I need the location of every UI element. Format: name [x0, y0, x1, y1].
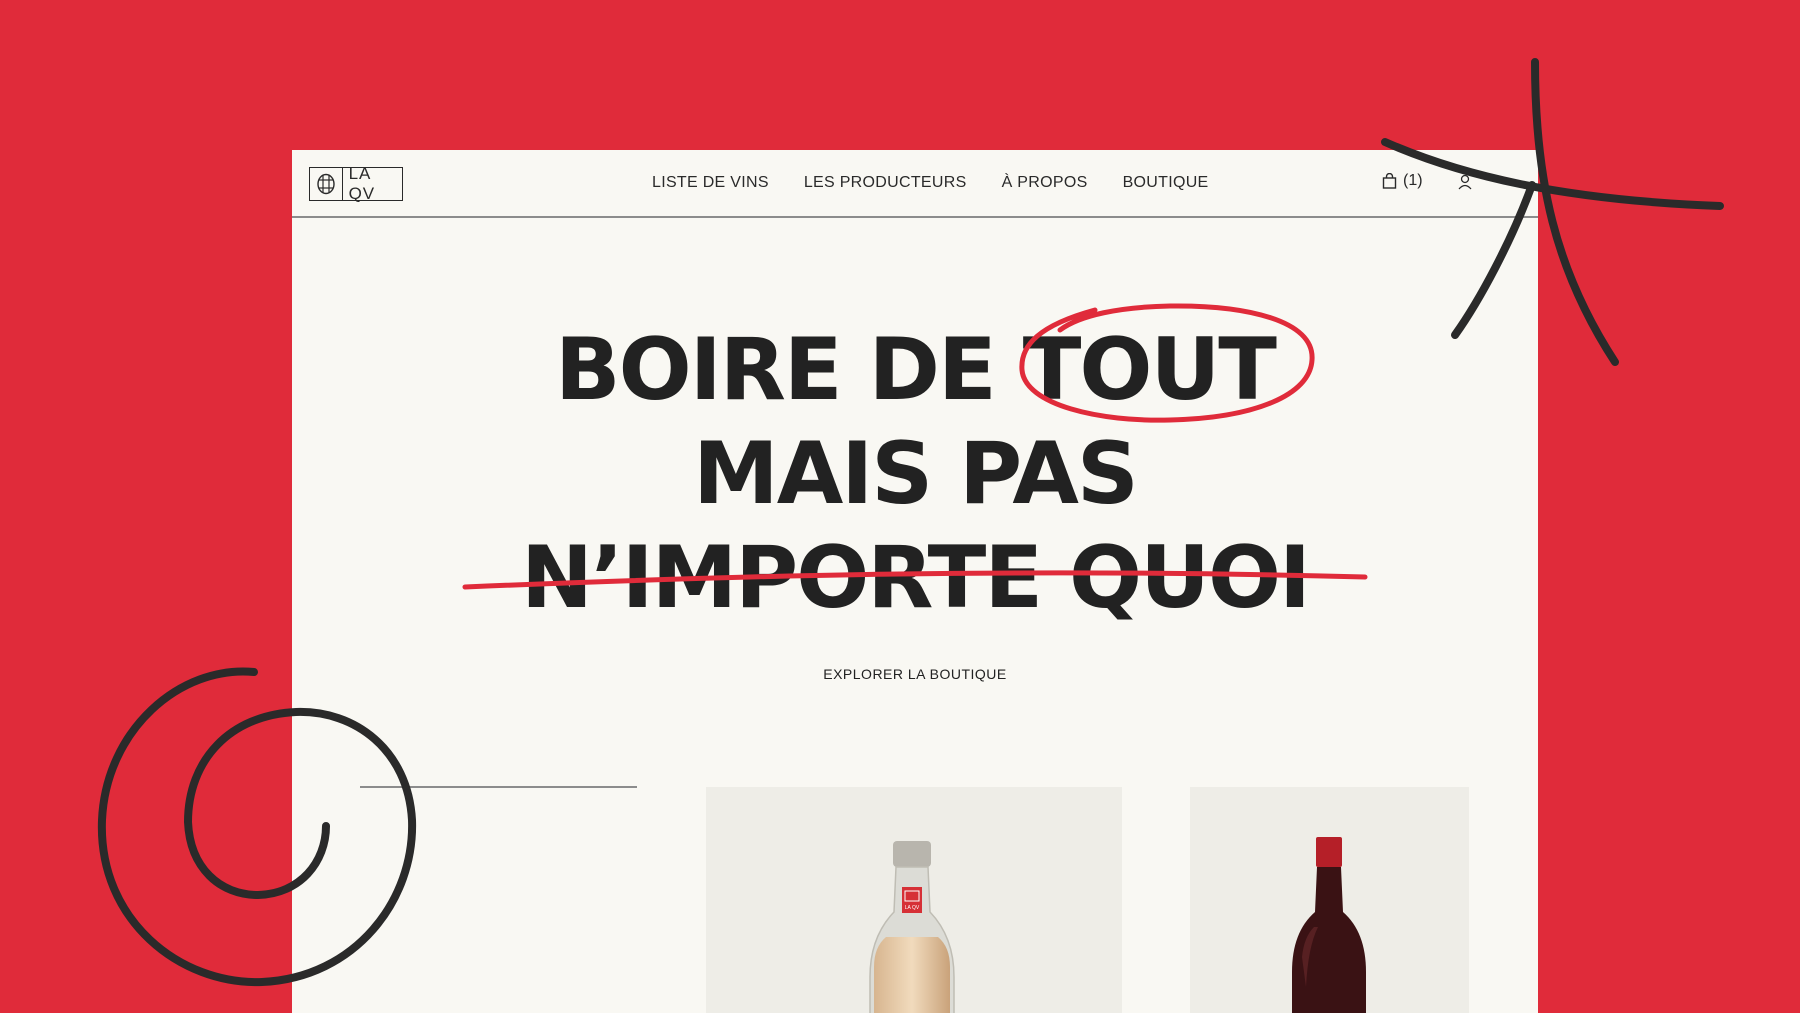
headline-line-1: BOIRE DE TOUT: [292, 318, 1538, 422]
product-card-red-wine[interactable]: [1190, 787, 1469, 1013]
user-icon: [1458, 174, 1472, 190]
cart-button[interactable]: (1): [1382, 172, 1423, 190]
nav-les-producteurs[interactable]: LES PRODUCTEURS: [804, 174, 967, 192]
explore-shop-link[interactable]: EXPLORER LA BOUTIQUE: [292, 666, 1538, 682]
divider: [360, 786, 637, 788]
hero-headline: BOIRE DE TOUT MAIS PAS N’IMPORTE QUOI: [292, 318, 1538, 630]
headline-boire-de: BOIRE DE: [555, 320, 997, 420]
headline-tout: TOUT: [1022, 320, 1277, 420]
svg-text:LA QV: LA QV: [905, 905, 920, 911]
product-card-white-wine[interactable]: LA QV: [706, 787, 1122, 1013]
shopping-bag-icon: [1382, 173, 1397, 189]
white-wine-bottle: LA QV: [869, 841, 955, 1013]
top-navigation: LA QV LISTE DE VINS LES PRODUCTEURS À PR…: [292, 150, 1538, 218]
nav-liste-de-vins[interactable]: LISTE DE VINS: [652, 174, 769, 192]
headline-line-2: MAIS PAS: [693, 424, 1139, 524]
asterisk-stroke-vertical: [1531, 58, 1619, 366]
nav-boutique[interactable]: BOUTIQUE: [1123, 174, 1209, 192]
red-wine-bottle: [1292, 837, 1366, 1013]
website-window: LA QV LISTE DE VINS LES PRODUCTEURS À PR…: [292, 150, 1538, 1013]
main-menu: LISTE DE VINS LES PRODUCTEURS À PROPOS B…: [652, 150, 1209, 216]
cart-count: (1): [1403, 172, 1423, 189]
logo-text: LA QV: [348, 164, 376, 203]
logo[interactable]: LA QV: [309, 164, 403, 203]
nav-a-propos[interactable]: À PROPOS: [1002, 174, 1088, 192]
barrel-icon: [310, 168, 343, 200]
account-button[interactable]: [1457, 174, 1473, 195]
headline-line-3: N’IMPORTE QUOI: [520, 528, 1311, 628]
